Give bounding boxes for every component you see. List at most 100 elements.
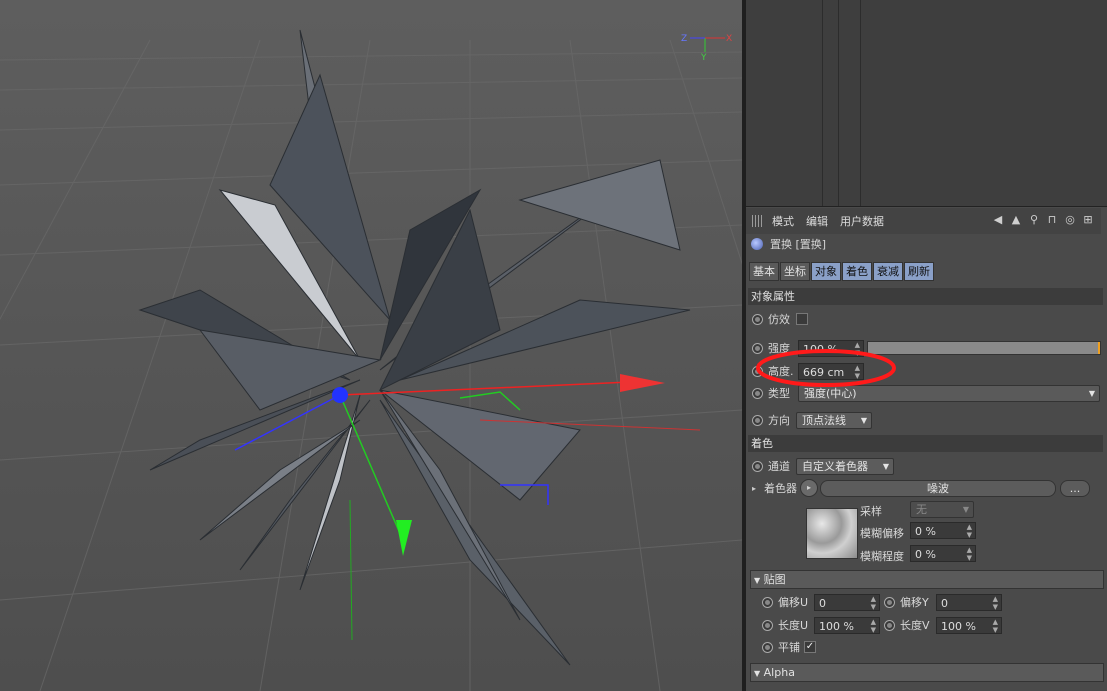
mapping-section-label: 贴图 (763, 573, 786, 586)
spinner-arrows-icon[interactable]: ▲ ▼ (993, 618, 998, 634)
arrow-up-icon[interactable]: ▲ (1009, 213, 1023, 227)
target-icon[interactable]: ◎ (1063, 213, 1077, 227)
offset-u-value: 0 (819, 596, 826, 610)
animate-radio[interactable] (752, 313, 763, 325)
length-u-field[interactable]: 100 % ▲ ▼ (814, 616, 880, 634)
length-v-label: 长度V (900, 619, 930, 632)
sampling-dropdown[interactable]: 无 ▼ (910, 501, 974, 518)
object-manager-column-divider (838, 0, 839, 206)
length-v-field[interactable]: 100 % ▲ ▼ (936, 616, 1002, 634)
length-v-value: 100 % (941, 619, 976, 633)
blur-offset-value: 0 % (915, 525, 936, 538)
object-title: 置换 [置换] (770, 238, 827, 251)
tab-refresh[interactable]: 刷新 (904, 262, 934, 281)
spinner-arrows-icon[interactable]: ▲ ▼ (967, 546, 972, 562)
animate-radio[interactable] (752, 414, 763, 426)
blur-offset-field[interactable]: 0 % ▲ ▼ (910, 522, 976, 539)
section-alpha[interactable]: ▼ Alpha (750, 663, 1104, 682)
drag-grip-icon[interactable] (752, 215, 764, 227)
attribute-manager: 模式 编辑 用户数据 ◀ ▲ ⚲ ⊓ ◎ ⊞ 置换 [置换] 基本 坐标 对象 … (746, 208, 1107, 691)
direction-label: 方向 (768, 414, 790, 427)
expand-triangle-icon[interactable]: ▸ (752, 484, 756, 493)
lock-icon[interactable]: ⊓ (1045, 213, 1059, 227)
menu-user-data[interactable]: 用户数据 (840, 213, 884, 229)
object-manager-column-divider (860, 0, 861, 206)
offset-v-field[interactable]: 0 ▲ ▼ (936, 593, 1002, 611)
spinner-arrows-icon[interactable]: ▲ ▼ (871, 618, 876, 634)
animate-radio[interactable] (762, 596, 773, 608)
object-manager[interactable] (746, 0, 1107, 207)
chevron-down-icon: ▼ (962, 505, 969, 514)
menu-edit[interactable]: 编辑 (806, 213, 828, 229)
collapse-triangle-icon: ▼ (754, 669, 761, 678)
channel-row: 通道 自定义着色器 ▼ (746, 455, 894, 477)
fake-effect-checkbox[interactable] (796, 313, 808, 325)
blur-offset-label: 模糊偏移 (860, 527, 904, 540)
chevron-down-icon: ▼ (882, 461, 889, 471)
displace-object-icon (751, 238, 763, 250)
tab-basic[interactable]: 基本 (749, 262, 779, 281)
axis-label-x: X (726, 34, 732, 44)
new-panel-icon[interactable]: ⊞ (1081, 213, 1095, 227)
blur-scale-value: 0 % (915, 548, 936, 561)
tab-object[interactable]: 对象 (811, 262, 841, 281)
strength-slider-handle[interactable] (1098, 342, 1100, 354)
length-u-value: 100 % (819, 619, 854, 633)
chevron-down-icon: ▼ (860, 415, 867, 425)
direction-dropdown[interactable]: 顶点法线 ▼ (796, 411, 872, 429)
animate-radio[interactable] (752, 460, 763, 472)
3d-viewport[interactable]: Z X Y (0, 0, 742, 691)
shader-menu-arrow-icon[interactable]: ▸ (800, 479, 819, 497)
channel-label: 通道 (768, 460, 790, 473)
length-u-row: 长度U 100 % ▲ ▼ 长度V 100 % ▲ ▼ (756, 614, 1002, 636)
spinner-arrows-icon[interactable]: ▲ ▼ (871, 595, 876, 611)
shader-button[interactable]: 噪波 (820, 479, 1057, 497)
red-annotation-ellipse (756, 349, 896, 387)
sampling-value: 无 (916, 503, 927, 516)
shader-value: 噪波 (927, 481, 950, 495)
chevron-down-icon: ▼ (1088, 388, 1095, 398)
object-title-row: 置换 [置换] (751, 235, 826, 253)
arrow-left-icon[interactable]: ◀ (991, 213, 1005, 227)
attribute-menubar: 模式 编辑 用户数据 ◀ ▲ ⚲ ⊓ ◎ ⊞ (746, 208, 1101, 234)
attribute-tabs: 基本 坐标 对象 着色 衰减 刷新 (749, 262, 934, 281)
fake-effect-row: 仿效 (746, 308, 808, 330)
tab-shading[interactable]: 着色 (842, 262, 872, 281)
tile-row: 平铺 ✓ (756, 636, 816, 658)
collapse-triangle-icon: ▼ (754, 576, 761, 585)
shader-more-label: ... (1069, 481, 1081, 495)
search-icon[interactable]: ⚲ (1027, 213, 1041, 227)
spinner-arrows-icon[interactable]: ▲ ▼ (993, 595, 998, 611)
animate-radio[interactable] (884, 596, 895, 608)
fake-effect-label: 仿效 (768, 313, 790, 326)
tile-label: 平铺 (778, 641, 800, 654)
section-object-properties[interactable]: 对象属性 (748, 288, 1103, 305)
tab-falloff[interactable]: 衰减 (873, 262, 903, 281)
noise-preview-thumbnail[interactable] (806, 508, 858, 559)
section-shading[interactable]: 着色 (748, 435, 1103, 452)
tile-checkbox[interactable]: ✓ (804, 641, 816, 653)
offset-u-field[interactable]: 0 ▲ ▼ (814, 593, 880, 611)
offset-u-row: 偏移U 0 ▲ ▼ 偏移Y 0 ▲ ▼ (756, 591, 1002, 613)
axis-label-y: Y (700, 53, 707, 63)
sampling-label: 采样 (860, 505, 882, 518)
axis-label-z: Z (681, 34, 687, 44)
shader-more-button[interactable]: ... (1060, 479, 1091, 497)
menu-mode[interactable]: 模式 (772, 213, 794, 229)
length-u-label: 长度U (778, 619, 809, 632)
channel-value: 自定义着色器 (802, 459, 868, 473)
section-mapping[interactable]: ▼ 贴图 (750, 570, 1104, 589)
viewport-canvas[interactable]: Z X Y (0, 0, 742, 691)
direction-value: 顶点法线 (802, 413, 846, 427)
direction-row: 方向 顶点法线 ▼ (746, 409, 872, 431)
offset-u-label: 偏移U (778, 596, 809, 609)
channel-dropdown[interactable]: 自定义着色器 ▼ (796, 457, 894, 475)
spinner-arrows-icon[interactable]: ▲ ▼ (967, 523, 972, 539)
blur-scale-field[interactable]: 0 % ▲ ▼ (910, 545, 976, 562)
alpha-section-label: Alpha (763, 666, 795, 679)
animate-radio[interactable] (762, 619, 773, 631)
animate-radio[interactable] (884, 619, 895, 631)
animate-radio[interactable] (762, 641, 773, 653)
tab-coord[interactable]: 坐标 (780, 262, 810, 281)
right-panel: 模式 编辑 用户数据 ◀ ▲ ⚲ ⊓ ◎ ⊞ 置换 [置换] 基本 坐标 对象 … (746, 0, 1107, 691)
